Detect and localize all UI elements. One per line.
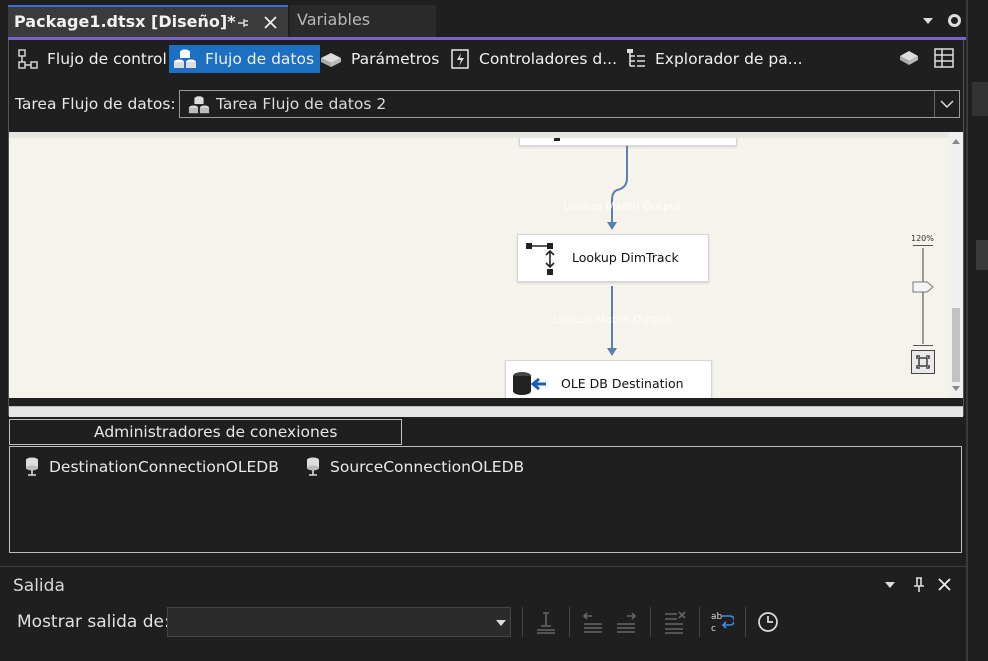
package-explorer-icon [627, 49, 645, 67]
right-pane-toggle[interactable] [972, 82, 988, 116]
tab-package-explorer-label: Explorador de pa... [655, 50, 803, 68]
show-output-from-select[interactable] [167, 607, 511, 637]
lookup-node-label: Lookup DimTrack [572, 250, 679, 265]
tab-control-flow-label: Flujo de control [47, 50, 167, 68]
data-flow-task-select[interactable]: Tarea Flujo de datos 2 [179, 90, 960, 118]
data-flow-icon [174, 49, 196, 68]
scroll-down-icon[interactable] [952, 386, 960, 392]
right-pane-scroll-thumb[interactable] [976, 240, 988, 270]
path-label-lookup-match-output-2: Lookup Match Output [553, 313, 672, 326]
ole-db-destination-label: OLE DB Destination [561, 376, 684, 391]
svg-text:c: c [711, 624, 716, 634]
tab-package-explorer[interactable]: Explorador de pa... [621, 45, 809, 73]
connection-managers-tab-label: Administradores de conexiones [94, 423, 338, 441]
fit-to-window-button[interactable] [911, 350, 935, 374]
tab-parameters[interactable]: Parámetros [315, 45, 445, 73]
connection-manager-source-label: SourceConnectionOLEDB [330, 458, 525, 476]
event-handlers-icon [451, 49, 469, 69]
data-flow-task-icon [188, 96, 210, 114]
toolbar-separator [522, 607, 523, 637]
right-tool-window-edge [966, 0, 988, 661]
zoom-slider-thumb[interactable] [911, 281, 935, 293]
tab-package-design-label: Package1.dtsx [Diseño]* [14, 12, 236, 31]
zoom-level-label: 120% [911, 234, 934, 243]
close-icon[interactable] [263, 15, 278, 30]
zoom-control[interactable]: 120% [911, 234, 937, 379]
chevron-down-icon [940, 100, 954, 109]
toolbar-separator [569, 607, 570, 637]
zoom-track-top [913, 245, 933, 246]
tab-event-handlers-label: Controladores d... [479, 50, 618, 68]
scroll-thumb[interactable] [952, 308, 960, 382]
tab-variables[interactable]: Variables [290, 5, 436, 38]
data-flow-task-label: Tarea Flujo de datos: [15, 95, 176, 113]
data-flow-task-value: Tarea Flujo de datos 2 [216, 95, 387, 113]
tab-variables-label: Variables [297, 10, 371, 29]
connection-manager-source[interactable]: SourceConnectionOLEDB [305, 457, 524, 477]
path-label-lookup-match-output-1: Lookup Match Output [563, 200, 682, 213]
data-flow-canvas[interactable]: Lookup Match Output Lookup DimTrack Look… [9, 132, 949, 398]
chevron-down-icon [496, 620, 506, 626]
scroll-up-icon[interactable] [952, 138, 960, 144]
output-window-header: Salida [0, 566, 966, 601]
data-flow-paths [607, 146, 628, 356]
gear-icon[interactable] [946, 12, 963, 29]
connection-managers-panel: DestinationConnectionOLEDB SourceConnect… [9, 446, 962, 553]
lookup-node[interactable]: Lookup DimTrack [517, 234, 709, 282]
data-flow-task-dropdown-button[interactable] [934, 91, 959, 117]
tab-event-handlers[interactable]: Controladores d... [445, 45, 623, 73]
tab-list-dropdown-icon[interactable] [922, 16, 934, 26]
tab-package-design[interactable]: Package1.dtsx [Diseño]* [8, 5, 288, 38]
clear-all-icon[interactable] [663, 610, 687, 634]
ole-db-destination-icon [513, 372, 546, 395]
svg-text:ab: ab [711, 612, 723, 622]
close-icon[interactable] [937, 577, 952, 592]
word-wrap-icon[interactable]: ab c [710, 610, 734, 634]
window-options-dropdown-icon[interactable] [884, 581, 896, 590]
connection-managers-tab[interactable]: Administradores de conexiones [9, 419, 402, 445]
connection-manager-destination[interactable]: DestinationConnectionOLEDB [24, 457, 279, 477]
tab-data-flow[interactable]: Flujo de datos [169, 45, 321, 73]
connection-manager-destination-label: DestinationConnectionOLEDB [49, 458, 279, 476]
tab-parameters-label: Parámetros [351, 50, 440, 68]
lookup-transform-icon [526, 243, 555, 275]
control-flow-icon [18, 49, 38, 69]
output-window-title: Salida [13, 576, 65, 596]
zoom-track [922, 248, 924, 344]
ssis-designer: Flujo de control Flujo de datos Parámetr… [8, 40, 964, 417]
toolbox-icon[interactable] [898, 48, 920, 68]
parameters-icon [321, 53, 341, 67]
database-connection-icon [26, 457, 38, 476]
pin-icon[interactable] [912, 577, 926, 593]
find-message-in-code-icon[interactable] [535, 610, 557, 634]
next-message-icon[interactable] [615, 610, 637, 634]
canvas-horizontal-splitter[interactable] [9, 406, 963, 417]
pin-icon[interactable] [236, 16, 250, 30]
toolbar-separator [699, 607, 700, 637]
clock-icon[interactable] [757, 611, 779, 633]
canvas-vertical-scrollbar[interactable] [949, 132, 963, 398]
tab-control-flow[interactable]: Flujo de control [13, 45, 173, 73]
previous-message-icon[interactable] [582, 610, 604, 634]
fit-to-window-icon [916, 355, 930, 369]
zoom-track-bottom [913, 345, 933, 346]
database-connection-icon [307, 457, 319, 476]
tab-data-flow-label: Flujo de datos [205, 50, 315, 68]
ole-db-destination-node[interactable]: OLE DB Destination [505, 360, 712, 398]
show-output-from-label: Mostrar salida de: [17, 612, 170, 632]
variables-window-icon[interactable] [933, 47, 955, 69]
toolbar-separator [650, 607, 651, 637]
toolbar-separator [745, 607, 746, 637]
